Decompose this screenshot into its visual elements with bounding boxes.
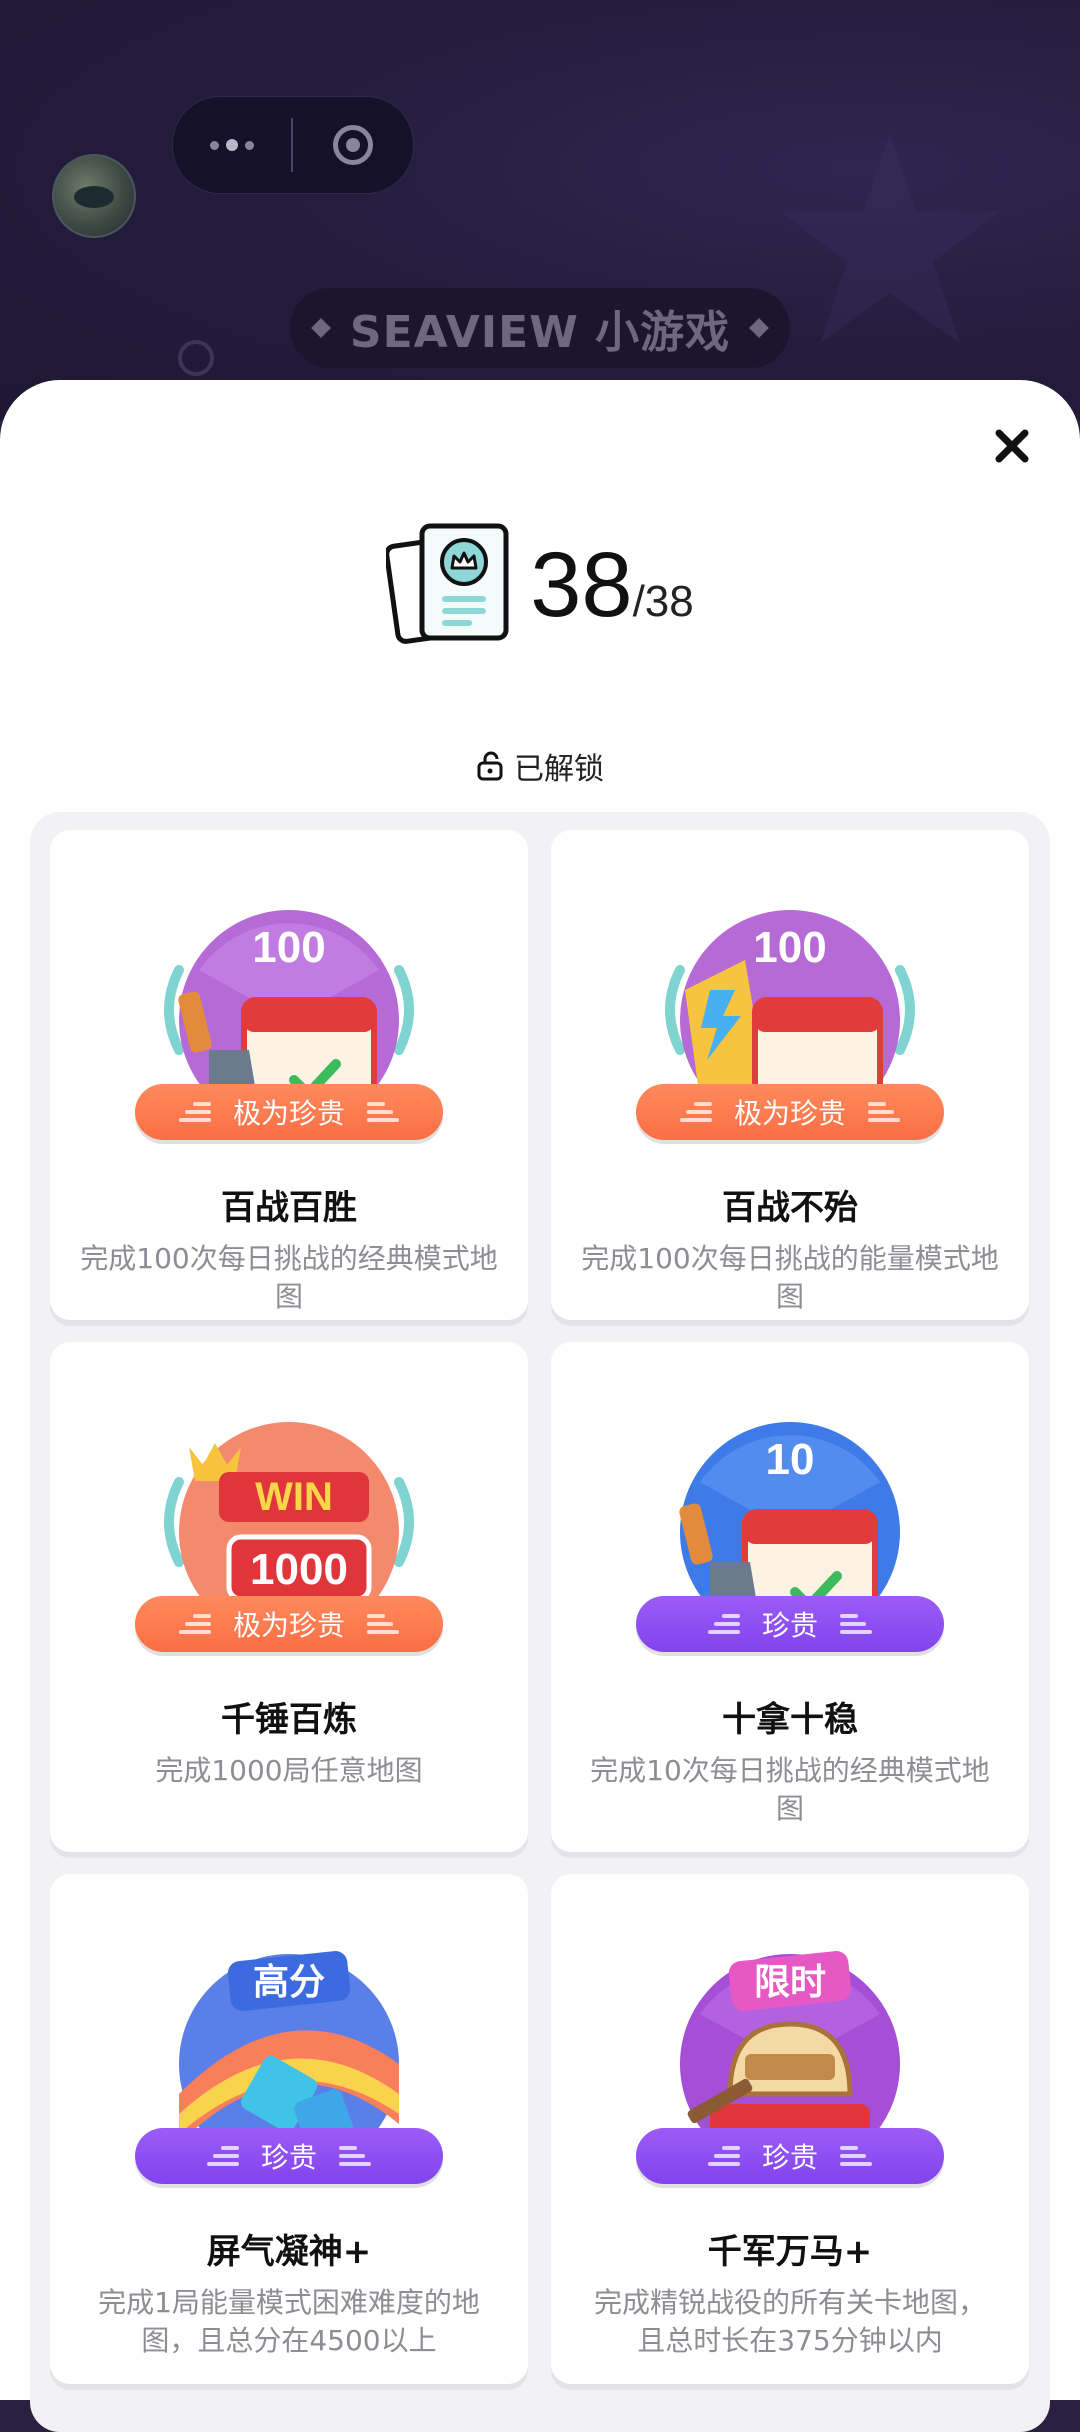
achievement-name: 屏气凝神+: [206, 2232, 372, 2272]
badge-number: 100: [753, 923, 826, 972]
rarity-label: 极为珍贵: [232, 1609, 345, 1642]
badge-text: 限时: [754, 1962, 826, 2003]
unlocked-label: 已解锁: [514, 752, 604, 787]
achievement-progress: 38 /38: [0, 520, 1080, 650]
diamond-icon: [749, 318, 769, 338]
badge-win-text: WIN: [255, 1475, 333, 1519]
achievements-sheet: 38 /38 已解锁 100 极为珍贵 百战百胜 完成100次每日挑战的经典模式…: [0, 380, 1080, 2432]
achievement-card[interactable]: 100 极为珍贵 百战百胜 完成100次每日挑战的经典模式地图: [50, 830, 528, 1320]
achievement-grid: 100 极为珍贵 百战百胜 完成100次每日挑战的经典模式地图 100 极为珍贵…: [30, 812, 1050, 2432]
achievement-desc: 完成10次每日挑战的经典模式地图: [590, 1754, 990, 1825]
star-decoration-icon: [779, 132, 1001, 344]
close-button[interactable]: [990, 424, 1034, 468]
rarity-ribbon: 极为珍贵: [636, 1084, 944, 1140]
achievement-card[interactable]: 限时 珍贵 千军万马+ 完成精锐战役的所有关卡地图，且总时长在375分钟以内: [551, 1874, 1029, 2384]
target-icon: [333, 125, 373, 165]
achievement-name: 百战百胜: [221, 1188, 357, 1228]
rarity-ribbon: 珍贵: [636, 2128, 944, 2184]
close-mini-program-button[interactable]: [293, 125, 413, 165]
achievement-desc: 完成1局能量模式困难难度的地图，且总分在4500以上: [98, 2286, 480, 2357]
rarity-ribbon: 珍贵: [636, 1596, 944, 1652]
ring-decoration-icon: [178, 340, 214, 376]
badge-number: 1000: [250, 1545, 348, 1594]
achievement-cards-icon: [386, 523, 509, 644]
rarity-label: 极为珍贵: [232, 1097, 345, 1130]
total-count: /38: [632, 577, 694, 626]
rarity-label: 极为珍贵: [733, 1097, 846, 1130]
badge-number: 100: [252, 923, 325, 972]
achievement-desc: 完成100次每日挑战的能量模式地图: [581, 1242, 999, 1313]
badge-number: 10: [766, 1435, 815, 1484]
achievement-desc: 完成精锐战役的所有关卡地图，且总时长在375分钟以内: [593, 2286, 986, 2357]
rarity-ribbon: 极为珍贵: [135, 1084, 443, 1140]
achievement-desc: 完成100次每日挑战的经典模式地图: [80, 1242, 498, 1313]
achievement-card[interactable]: 100 极为珍贵 百战不殆 完成100次每日挑战的能量模式地图: [551, 830, 1029, 1320]
rarity-ribbon: 珍贵: [135, 2128, 443, 2184]
unlocked-count: 38: [530, 534, 633, 636]
game-title-banner: SEAVIEW 小游戏: [290, 288, 790, 368]
unlock-icon: [477, 751, 503, 781]
achievement-name: 百战不殆: [722, 1188, 858, 1228]
badge-text: 高分: [253, 1962, 325, 2003]
achievement-card[interactable]: 10 珍贵 十拿十稳 完成10次每日挑战的经典模式地图: [551, 1342, 1029, 1852]
unlocked-filter[interactable]: 已解锁: [0, 746, 1080, 787]
close-icon: [995, 429, 1029, 463]
game-title: SEAVIEW 小游戏: [349, 307, 731, 358]
achievement-name: 千锤百炼: [221, 1700, 357, 1740]
mini-program-capsule: [172, 96, 414, 194]
rarity-label: 珍贵: [761, 1609, 818, 1642]
achievement-card[interactable]: 高分 珍贵 屏气凝神+ 完成1局能量模式困难难度的地图，且总分在4500以上: [50, 1874, 528, 2384]
achievement-name: 十拿十稳: [722, 1700, 858, 1740]
rarity-ribbon: 极为珍贵: [135, 1596, 443, 1652]
rarity-label: 珍贵: [761, 2141, 818, 2174]
avatar[interactable]: [52, 154, 136, 238]
more-menu-button[interactable]: [173, 97, 291, 193]
achievement-name: 千军万马+: [707, 2232, 873, 2272]
achievement-card[interactable]: WIN 1000 极为珍贵 千锤百炼 完成1000局任意地图: [50, 1342, 528, 1852]
diamond-icon: [311, 318, 331, 338]
achievement-desc: 完成1000局任意地图: [155, 1754, 423, 1787]
rarity-label: 珍贵: [260, 2141, 317, 2174]
